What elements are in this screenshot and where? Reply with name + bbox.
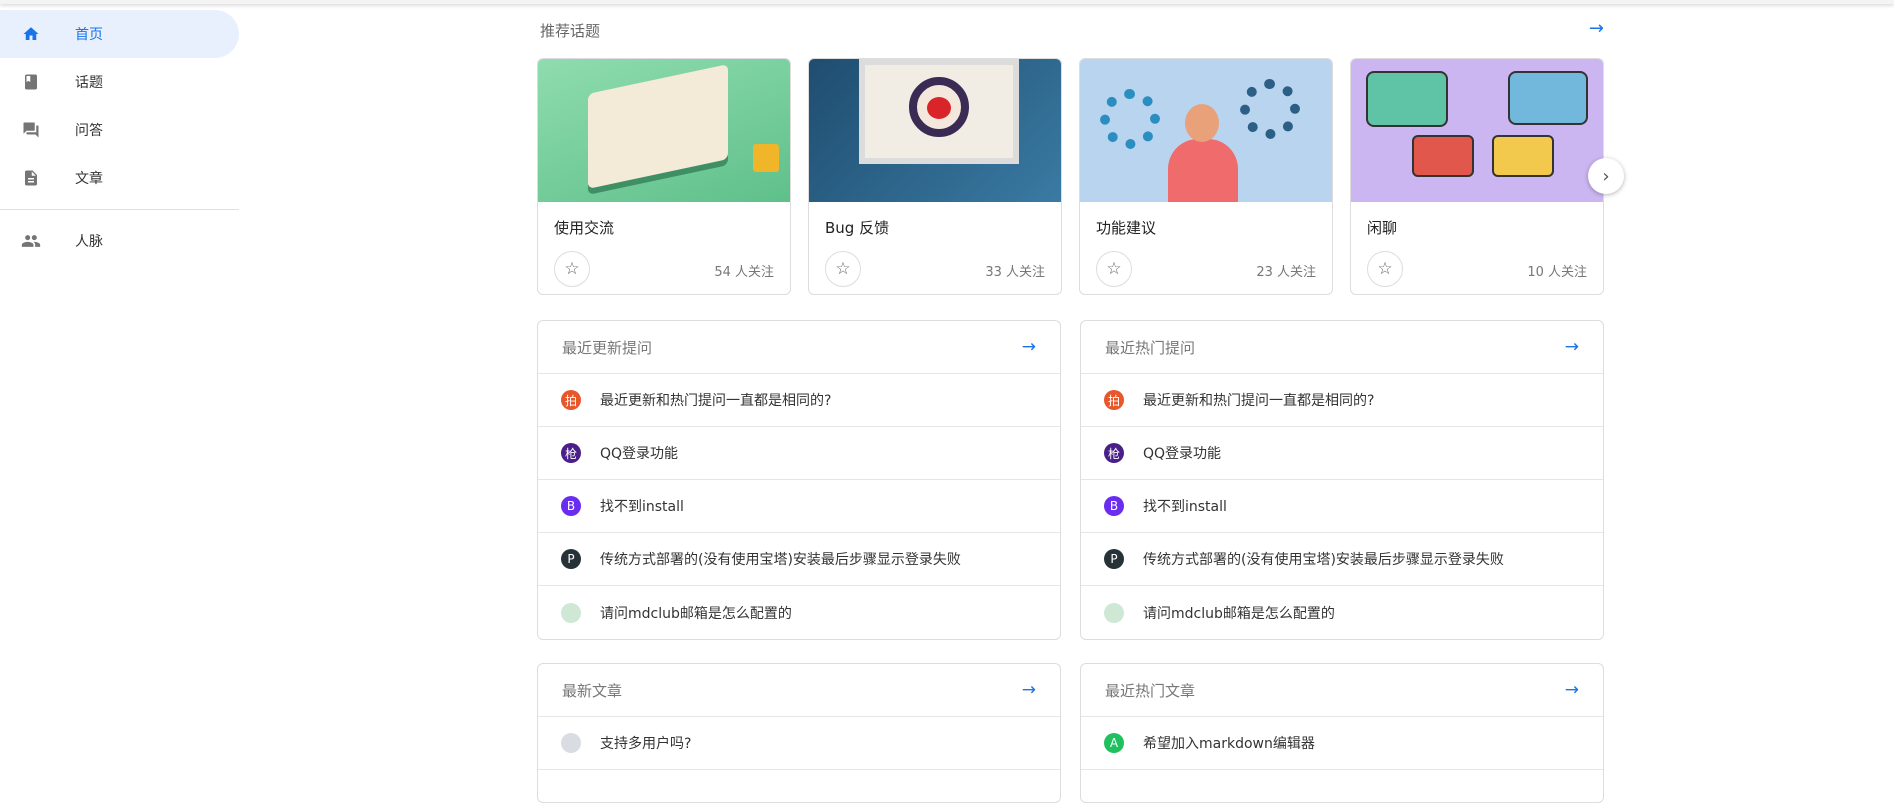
sidebar-item-label: 首页 xyxy=(75,27,103,43)
list-item[interactable]: 请问mdclub邮箱是怎么配置的 xyxy=(1081,586,1603,639)
chevron-right-icon: › xyxy=(1602,165,1610,187)
arrow-forward-icon[interactable]: → xyxy=(1022,680,1036,700)
hot-articles-panel: 最近热门文章 → A 希望加入markdown编辑器 xyxy=(1080,663,1604,803)
list-item-title: 最近更新和热门提问一直都是相同的? xyxy=(1143,393,1375,409)
star-icon[interactable]: ☆ xyxy=(1367,251,1403,287)
panel-title: 最新文章 xyxy=(562,681,623,700)
star-icon[interactable]: ☆ xyxy=(825,251,861,287)
avatar: 拍 xyxy=(1104,390,1124,410)
list-item[interactable]: B 找不到install xyxy=(1081,480,1603,533)
list-item[interactable] xyxy=(1081,770,1603,802)
avatar xyxy=(561,602,581,623)
list-item[interactable]: 枪 QQ登录功能 xyxy=(538,427,1060,480)
sidebar-item-label: 文章 xyxy=(75,171,103,187)
forum-icon xyxy=(16,121,46,139)
avatar: B xyxy=(561,496,581,516)
list-item[interactable]: 支持多用户吗? xyxy=(538,717,1060,770)
sidebar-item-home[interactable]: 首页 xyxy=(0,10,239,58)
list-item-title: 请问mdclub邮箱是怎么配置的 xyxy=(1143,605,1335,622)
list-item[interactable]: A 希望加入markdown编辑器 xyxy=(1081,717,1603,770)
avatar: B xyxy=(1104,496,1124,516)
list-item-title: 请问mdclub邮箱是怎么配置的 xyxy=(600,605,792,622)
topic-card[interactable]: 闲聊 ☆ 10 人关注 xyxy=(1350,58,1604,295)
avatar: 枪 xyxy=(1104,443,1124,463)
list-item-title: QQ登录功能 xyxy=(1143,446,1222,462)
list-item[interactable] xyxy=(538,770,1060,802)
arrow-forward-icon[interactable]: → xyxy=(1022,337,1036,357)
avatar: 枪 xyxy=(561,443,581,463)
follower-count: 10 人关注 xyxy=(1527,265,1587,280)
topic-image xyxy=(1351,59,1603,202)
avatar: P xyxy=(1104,549,1124,569)
star-icon[interactable]: ☆ xyxy=(554,251,590,287)
topic-title: 闲聊 xyxy=(1367,219,1398,237)
list-item[interactable]: 请问mdclub邮箱是怎么配置的 xyxy=(538,586,1060,639)
sidebar-item-label: 话题 xyxy=(75,75,103,91)
list-item[interactable]: 拍 最近更新和热门提问一直都是相同的? xyxy=(1081,374,1603,427)
star-icon[interactable]: ☆ xyxy=(1096,251,1132,287)
panel-header[interactable]: 最近热门提问 → xyxy=(1081,321,1603,374)
follower-count: 54 人关注 xyxy=(714,265,774,280)
list-item-title: 传统方式部署的(没有使用宝塔)安装最后步骤显示登录失败 xyxy=(1143,552,1504,568)
panel-title: 最近热门提问 xyxy=(1105,338,1196,357)
recommended-topics-title: 推荐话题 xyxy=(540,22,601,40)
description-icon xyxy=(16,169,46,187)
sidebar: 首页 话题 问答 文章 人脉 xyxy=(0,10,239,265)
avatar: 拍 xyxy=(561,390,581,410)
topic-image xyxy=(538,59,790,202)
topic-card[interactable]: 功能建议 ☆ 23 人关注 xyxy=(1079,58,1333,295)
topic-card[interactable]: Bug 反馈 ☆ 33 人关注 xyxy=(808,58,1062,295)
people-icon xyxy=(16,231,46,251)
sidebar-item-questions[interactable]: 问答 xyxy=(0,106,239,154)
panel-header[interactable]: 最近热门文章 → xyxy=(1081,664,1603,717)
arrow-forward-icon[interactable]: → xyxy=(1565,680,1579,700)
sidebar-item-people[interactable]: 人脉 xyxy=(0,217,239,265)
topic-card[interactable]: 使用交流 ☆ 54 人关注 xyxy=(537,58,791,295)
sidebar-item-articles[interactable]: 文章 xyxy=(0,154,239,202)
sidebar-item-topics[interactable]: 话题 xyxy=(0,58,239,106)
panel-header[interactable]: 最新文章 → xyxy=(538,664,1060,717)
panel-title: 最近更新提问 xyxy=(562,338,653,357)
topic-title: Bug 反馈 xyxy=(825,219,890,237)
avatar xyxy=(561,733,581,753)
list-item-title: 找不到install xyxy=(600,499,684,515)
latest-articles-panel: 最新文章 → 支持多用户吗? xyxy=(537,663,1061,803)
carousel-next-button[interactable]: › xyxy=(1588,158,1624,194)
sidebar-item-label: 问答 xyxy=(75,123,103,139)
avatar: P xyxy=(561,549,581,569)
sidebar-item-label: 人脉 xyxy=(75,234,103,250)
topic-carousel: 使用交流 ☆ 54 人关注 Bug 反馈 ☆ 33 人关注 功能建议 ☆ 23 … xyxy=(537,58,1604,295)
topic-title: 功能建议 xyxy=(1096,219,1157,237)
top-app-bar xyxy=(0,0,1894,4)
recent-questions-panel: 最近更新提问 → 拍 最近更新和热门提问一直都是相同的? 枪 QQ登录功能 B 找不到inst… xyxy=(537,320,1061,640)
follower-count: 33 人关注 xyxy=(985,265,1045,280)
book-icon xyxy=(16,73,46,91)
arrow-forward-icon[interactable]: → xyxy=(1589,18,1604,39)
list-item-title: 最近更新和热门提问一直都是相同的? xyxy=(600,393,832,409)
follower-count: 23 人关注 xyxy=(1256,265,1316,280)
home-icon xyxy=(16,25,46,43)
panel-header[interactable]: 最近更新提问 → xyxy=(538,321,1060,374)
panel-title: 最近热门文章 xyxy=(1105,681,1196,700)
list-item-title: 传统方式部署的(没有使用宝塔)安装最后步骤显示登录失败 xyxy=(600,552,961,568)
hot-questions-panel: 最近热门提问 → 拍 最近更新和热门提问一直都是相同的? 枪 QQ登录功能 B 找不到inst… xyxy=(1080,320,1604,640)
topic-image xyxy=(1080,59,1332,202)
list-item[interactable]: 拍 最近更新和热门提问一直都是相同的? xyxy=(538,374,1060,427)
list-item-title: QQ登录功能 xyxy=(600,446,679,462)
list-item-title: 希望加入markdown编辑器 xyxy=(1143,736,1315,752)
topic-title: 使用交流 xyxy=(554,219,615,237)
list-item[interactable]: P 传统方式部署的(没有使用宝塔)安装最后步骤显示登录失败 xyxy=(538,533,1060,586)
topic-image xyxy=(809,59,1061,202)
list-item[interactable]: B 找不到install xyxy=(538,480,1060,533)
list-item-title: 找不到install xyxy=(1143,499,1227,515)
avatar xyxy=(1104,602,1124,623)
avatar: A xyxy=(1104,733,1124,753)
list-item[interactable]: 枪 QQ登录功能 xyxy=(1081,427,1603,480)
sidebar-divider xyxy=(0,209,239,210)
arrow-forward-icon[interactable]: → xyxy=(1565,337,1579,357)
list-item-title: 支持多用户吗? xyxy=(600,736,692,752)
list-item[interactable]: P 传统方式部署的(没有使用宝塔)安装最后步骤显示登录失败 xyxy=(1081,533,1603,586)
